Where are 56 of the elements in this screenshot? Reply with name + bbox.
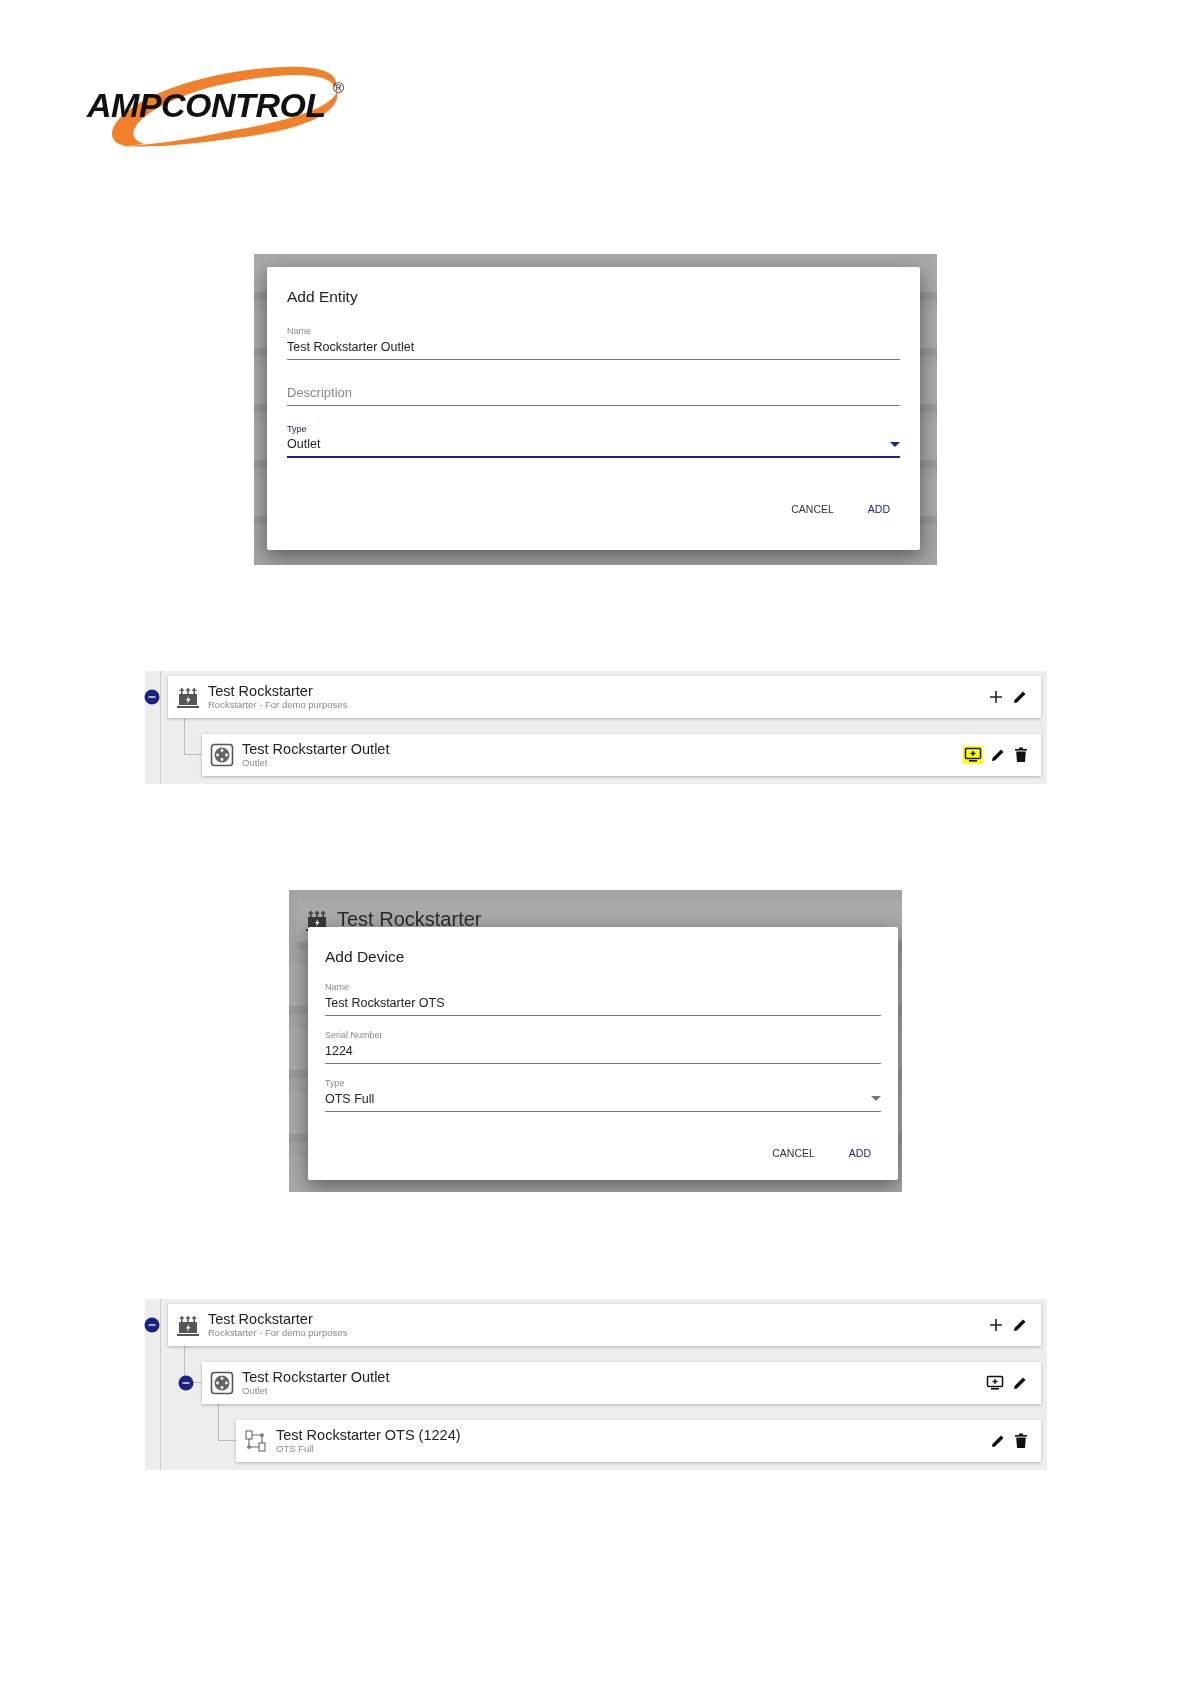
trash-icon: [1014, 747, 1028, 763]
item-title: Test Rockstarter Outlet: [242, 1369, 390, 1386]
pencil-icon: [990, 1433, 1006, 1449]
collapse-icon[interactable]: [144, 1317, 160, 1333]
dialog-title: Add Device: [325, 947, 406, 967]
field-label: Name: [325, 982, 350, 994]
item-subtitle: OTS Full: [276, 1443, 315, 1455]
collapse-icon[interactable]: [144, 689, 160, 705]
item-subtitle: Rockstarter - For demo purposes: [208, 1327, 348, 1339]
field-label: Name: [287, 326, 312, 338]
item-subtitle: Outlet: [242, 1385, 269, 1397]
plus-button[interactable]: [987, 1316, 1005, 1334]
trash-button[interactable]: [1013, 1432, 1029, 1450]
input-field[interactable]: Description: [287, 382, 900, 406]
monitor-plus-button[interactable]: [985, 1374, 1005, 1392]
pencil-icon: [1012, 1317, 1028, 1333]
socket-icon: [210, 1371, 234, 1395]
select-field[interactable]: Outlet: [287, 434, 900, 459]
cancel-button[interactable]: CANCEL: [781, 496, 844, 525]
input-field[interactable]: 1224: [325, 1040, 881, 1064]
add-button[interactable]: ADD: [857, 496, 900, 525]
caret-icon: [871, 1096, 881, 1103]
select-field[interactable]: OTS Full: [325, 1088, 881, 1112]
item-title: Test Rockstarter: [208, 1311, 314, 1328]
item-title: Test Rockstarter Outlet: [242, 741, 390, 758]
field-label: Type: [325, 1077, 346, 1089]
plus-icon: [988, 689, 1004, 705]
dialog-title: Add Entity: [287, 287, 359, 307]
transformer-icon: [176, 685, 200, 709]
item-subtitle: Rockstarter - For demo purposes: [208, 699, 348, 711]
monitor-plus-icon: [964, 747, 982, 763]
collapse-icon[interactable]: [178, 1375, 194, 1391]
trash-button[interactable]: [1013, 746, 1029, 764]
field-label: Type: [287, 423, 308, 435]
trash-icon: [1014, 1433, 1028, 1449]
input-field[interactable]: Test Rockstarter OTS: [325, 993, 881, 1017]
socket-icon: [210, 743, 234, 767]
plus-icon: [988, 1317, 1004, 1333]
item-title: Test Rockstarter OTS (1224): [276, 1427, 461, 1444]
monitor-plus-icon: [986, 1375, 1004, 1391]
pencil-icon: [1012, 1375, 1028, 1391]
plus-button[interactable]: [987, 688, 1005, 706]
field-label: Serial Number: [325, 1030, 384, 1041]
add-button[interactable]: ADD: [838, 1139, 881, 1168]
background-item-title: Test Rockstarter: [337, 908, 482, 930]
pencil-icon: [1012, 689, 1028, 705]
transformer-icon: [176, 1313, 200, 1337]
item-title: Test Rockstarter: [208, 683, 314, 700]
caret-icon: [890, 441, 900, 448]
circuit-icon: [244, 1429, 268, 1453]
input-field[interactable]: Test Rockstarter Outlet: [287, 337, 900, 361]
monitor-plus-button[interactable]: [963, 746, 983, 764]
pencil-icon: [990, 747, 1006, 763]
item-subtitle: Outlet: [242, 757, 269, 769]
cancel-button[interactable]: CANCEL: [762, 1139, 825, 1168]
registered-mark: ®: [333, 80, 345, 95]
